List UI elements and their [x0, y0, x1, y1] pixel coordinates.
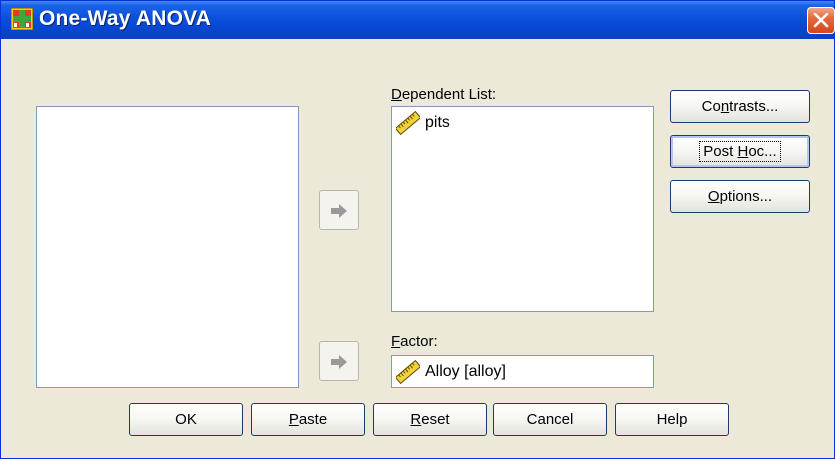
contrasts-button[interactable]: Contrasts...: [670, 90, 810, 123]
arrow-right-icon: [331, 355, 347, 369]
paste-button[interactable]: Paste: [251, 403, 365, 436]
source-variable-list[interactable]: [36, 106, 299, 388]
cancel-button[interactable]: Cancel: [493, 403, 607, 436]
arrow-right-icon: [331, 204, 347, 218]
close-icon: [813, 13, 829, 28]
close-button[interactable]: [807, 7, 835, 34]
list-item[interactable]: pits: [396, 111, 450, 135]
one-way-anova-dialog: One-Way ANOVA Dependent List: pits Facto…: [0, 0, 835, 459]
scale-ruler-icon: [396, 111, 420, 135]
factor-item[interactable]: Alloy [alloy]: [396, 360, 506, 384]
factor-field[interactable]: Alloy [alloy]: [391, 355, 654, 388]
reset-button[interactable]: Reset: [373, 403, 487, 436]
dialog-title: One-Way ANOVA: [39, 7, 212, 30]
title-bar[interactable]: One-Way ANOVA: [1, 1, 835, 39]
post-hoc-button[interactable]: Post Hoc...: [670, 135, 810, 168]
scale-ruler-icon: [396, 360, 420, 384]
factor-label: Factor:: [391, 333, 438, 350]
list-item-label: pits: [425, 114, 450, 131]
spss-dialog-icon: [11, 8, 33, 30]
dependent-list[interactable]: pits: [391, 106, 654, 312]
help-button[interactable]: Help: [615, 403, 729, 436]
factor-value: Alloy [alloy]: [425, 363, 506, 380]
move-to-dependent-list-button[interactable]: [319, 190, 359, 230]
options-button[interactable]: Options...: [670, 180, 810, 213]
dependent-list-label: Dependent List:: [391, 86, 497, 103]
ok-button[interactable]: OK: [129, 403, 243, 436]
move-to-factor-button[interactable]: [319, 341, 359, 381]
